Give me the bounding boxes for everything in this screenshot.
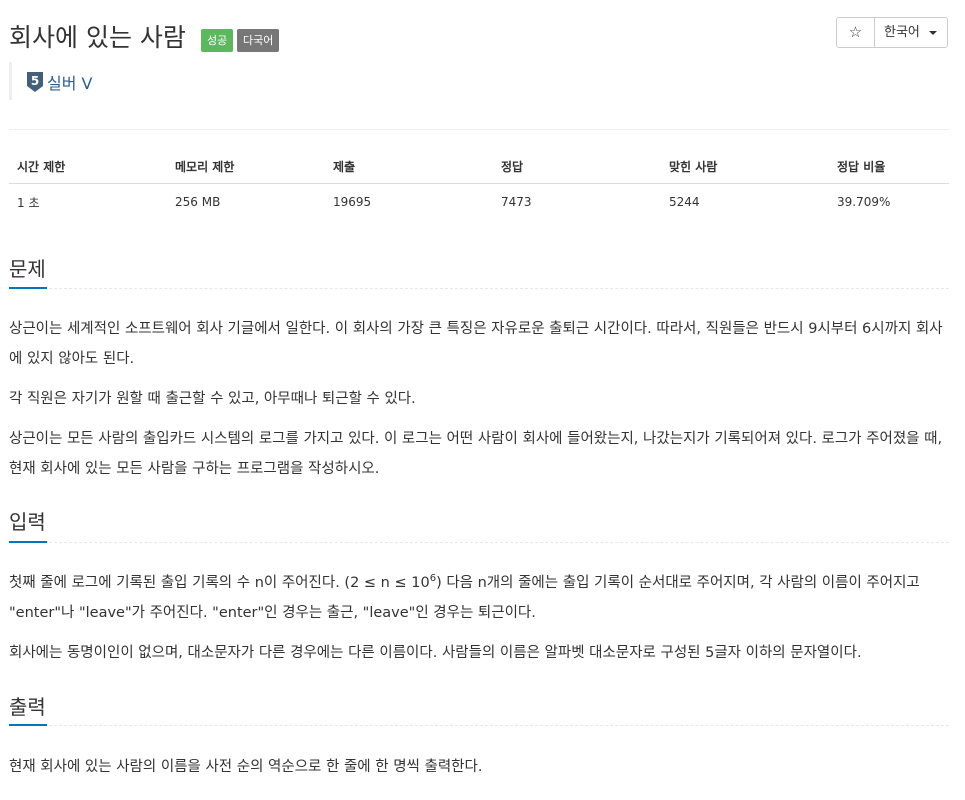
table-header-row: 시간 제한 메모리 제한 제출 정답 맞힌 사람 정답 비율 bbox=[9, 150, 949, 184]
input-section-title: 입력 bbox=[9, 510, 46, 534]
header-time-limit: 시간 제한 bbox=[9, 150, 167, 184]
caret-down-icon bbox=[929, 31, 937, 35]
section-divider bbox=[9, 725, 949, 727]
submissions-value[interactable]: 19695 bbox=[325, 184, 493, 221]
memory-limit-value: 256 MB bbox=[175, 195, 221, 209]
input-paragraph-1: 첫째 줄에 로그에 기록된 출입 기록의 수 n이 주어진다. (2 ≤ n ≤… bbox=[9, 568, 949, 628]
problem-paragraph-3: 상근이는 모든 사람의 출입카드 시스템의 로그를 가지고 있다. 이 로그는 … bbox=[9, 431, 943, 477]
language-dropdown[interactable]: 한국어 bbox=[874, 17, 948, 48]
problem-info-table: 시간 제한 메모리 제한 제출 정답 맞힌 사람 정답 비율 1 초 256 M… bbox=[9, 150, 949, 220]
tier-box: 5 실버 V bbox=[9, 62, 212, 100]
star-icon: ☆ bbox=[848, 23, 863, 41]
divider bbox=[9, 129, 949, 130]
header-memory-limit: 메모리 제한 bbox=[167, 150, 325, 184]
problem-paragraph-1: 상근이는 세계적인 소프트웨어 회사 기글에서 일한다. 이 회사의 가장 큰 … bbox=[9, 321, 943, 367]
output-paragraph-1: 현재 회사에 있는 사람의 이름을 사전 순의 역순으로 한 줄에 한 명씩 출… bbox=[9, 759, 483, 775]
problem-title: 회사에 있는 사람 bbox=[9, 23, 186, 52]
solved-users-value[interactable]: 5244 bbox=[661, 184, 829, 221]
header-submissions: 제출 bbox=[325, 150, 493, 184]
language-label: 한국어 bbox=[884, 25, 920, 40]
accept-ratio-value: 39.709% bbox=[837, 195, 891, 209]
input-paragraph-2: 회사에는 동명이인이 없으며, 대소문자가 다른 경우에는 다른 이름이다. 사… bbox=[9, 645, 862, 661]
svg-text:5: 5 bbox=[31, 74, 39, 88]
problem-section-title: 문제 bbox=[9, 257, 46, 281]
header-accept-ratio: 정답 비율 bbox=[829, 150, 949, 184]
status-badge[interactable]: 성공 bbox=[201, 29, 234, 52]
table-row: 1 초 256 MB 19695 7473 5244 39.709% bbox=[9, 184, 949, 221]
problem-paragraph-2: 각 직원은 자기가 원할 때 출근할 수 있고, 아무때나 퇴근할 수 있다. bbox=[9, 391, 416, 407]
output-section-title: 출력 bbox=[9, 695, 46, 719]
section-underline bbox=[9, 724, 47, 726]
silver-tier-icon: 5 bbox=[27, 72, 43, 92]
multilang-badge[interactable]: 다국어 bbox=[237, 29, 280, 52]
star-button[interactable]: ☆ bbox=[836, 17, 875, 48]
section-underline bbox=[9, 287, 47, 289]
section-divider bbox=[9, 288, 949, 290]
header-accepted: 정답 bbox=[493, 150, 661, 184]
problem-header: 회사에 있는 사람 성공 다국어 ☆ 한국어 bbox=[9, 14, 949, 54]
section-underline bbox=[9, 541, 47, 543]
tier-label[interactable]: 실버 V bbox=[47, 70, 92, 94]
input-text-part-1: 첫째 줄에 로그에 기록된 출입 기록의 수 n이 주어진다. (2 ≤ n ≤… bbox=[9, 575, 430, 591]
time-limit-value: 1 초 bbox=[17, 195, 40, 210]
header-solved-users: 맞힌 사람 bbox=[661, 150, 829, 184]
accepted-value[interactable]: 7473 bbox=[493, 184, 661, 221]
section-divider bbox=[9, 542, 949, 544]
